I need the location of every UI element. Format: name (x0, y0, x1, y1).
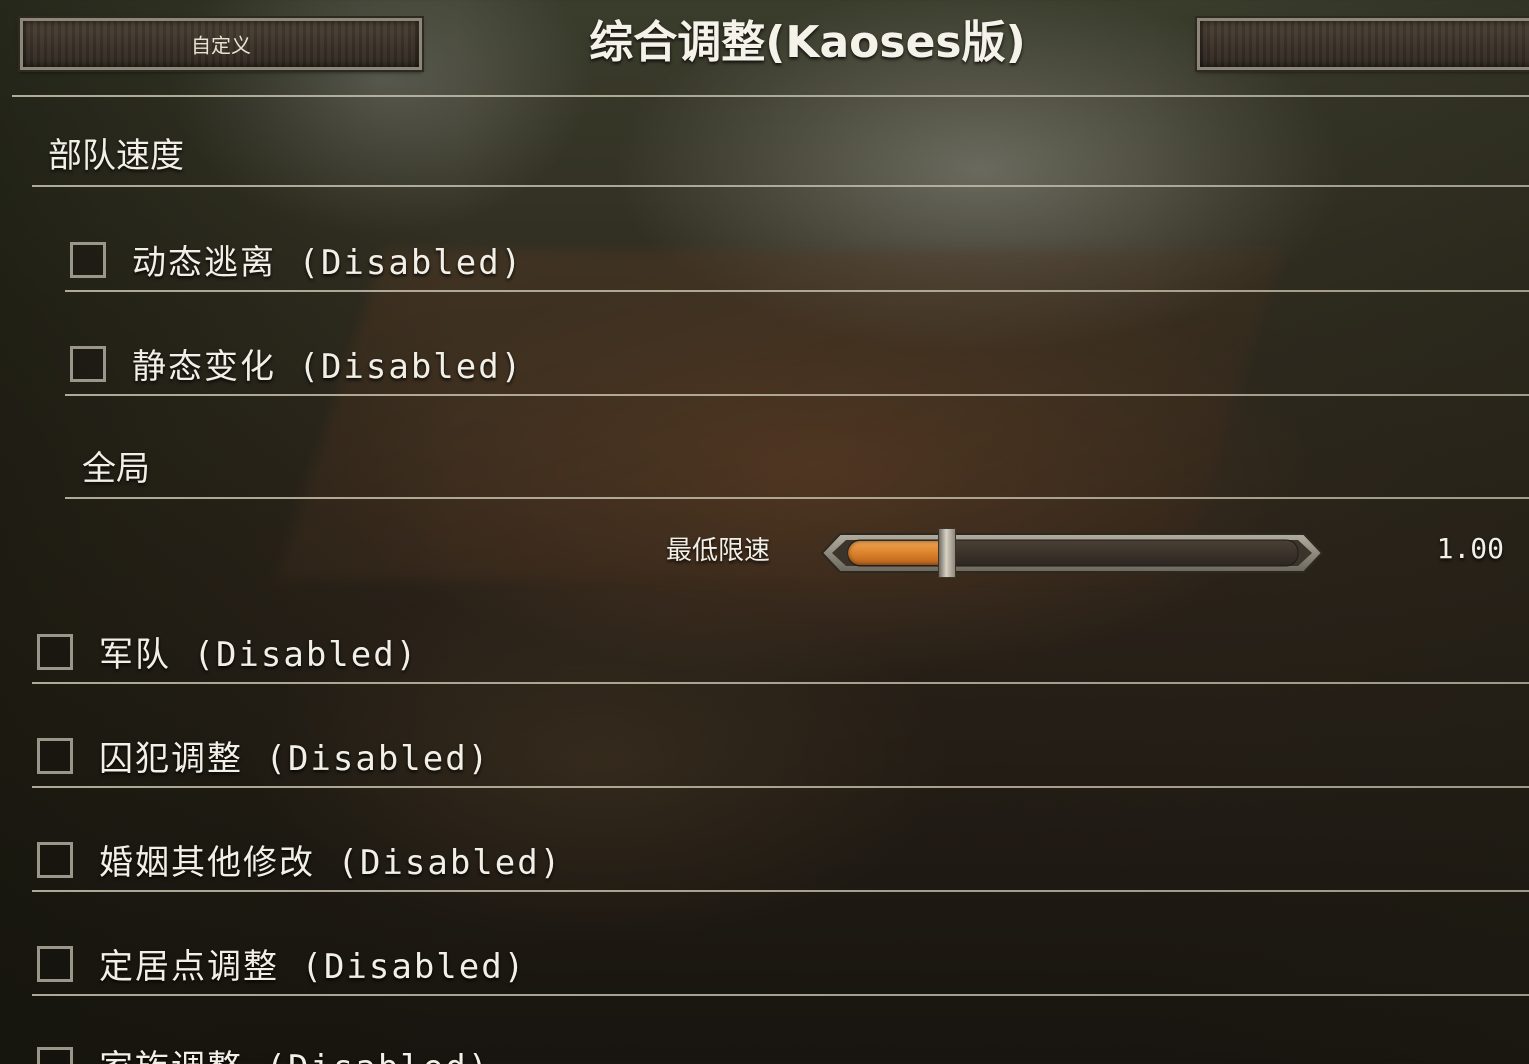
option-label: 家族调整 (Disabled) (99, 1040, 490, 1064)
row-divider (32, 890, 1529, 892)
slider-handle[interactable] (938, 528, 956, 578)
option-label: 定居点调整 (Disabled) (99, 947, 527, 987)
option-label: 囚犯调整 (Disabled) (99, 739, 491, 779)
page-title: 综合调整(Kaoses版) (589, 17, 1026, 68)
option-row-clan[interactable]: 家族调整 (Disabled) (37, 1040, 490, 1064)
row-divider (32, 786, 1529, 788)
option-checkbox[interactable] (70, 241, 106, 278)
option-label: 婚姻其他修改 (Disabled) (99, 843, 563, 883)
global-group-title: 全局 (82, 449, 150, 489)
option-label: 静态变化 (Disabled) (132, 347, 524, 387)
slider-fill (848, 541, 947, 565)
option-row-static-change[interactable]: 静态变化 (Disabled) (70, 339, 523, 388)
option-row-settlement[interactable]: 定居点调整 (Disabled) (37, 939, 526, 988)
option-checkbox[interactable] (37, 945, 73, 982)
option-checkbox[interactable] (37, 1046, 73, 1064)
option-checkbox[interactable] (37, 633, 73, 670)
option-row-army[interactable]: 军队 (Disabled) (37, 627, 418, 676)
min-speed-value: 1.00 (1436, 532, 1504, 565)
section-divider (32, 185, 1529, 187)
option-checkbox[interactable] (37, 737, 73, 774)
row-divider (65, 394, 1529, 396)
min-speed-slider[interactable] (818, 528, 1326, 578)
min-speed-label: 最低限速 (665, 536, 770, 566)
option-checkbox[interactable] (70, 345, 106, 382)
option-label: 动态逃离 (Disabled) (132, 243, 524, 283)
global-group-divider (65, 497, 1529, 499)
custom-preset-label: 自定义 (191, 33, 251, 58)
row-divider (32, 682, 1529, 684)
custom-preset-button[interactable]: 自定义 (18, 16, 424, 72)
option-row-prisoner[interactable]: 囚犯调整 (Disabled) (37, 731, 490, 780)
header-right-button[interactable] (1195, 16, 1529, 72)
section-title: 部队速度 (48, 136, 184, 176)
option-checkbox[interactable] (37, 841, 73, 878)
row-divider (32, 994, 1529, 996)
option-row-marriage[interactable]: 婚姻其他修改 (Disabled) (37, 835, 562, 884)
row-divider (65, 290, 1529, 292)
option-row-dynamic-escape[interactable]: 动态逃离 (Disabled) (70, 235, 523, 284)
header-divider (12, 95, 1529, 97)
option-label: 军队 (Disabled) (99, 635, 419, 675)
